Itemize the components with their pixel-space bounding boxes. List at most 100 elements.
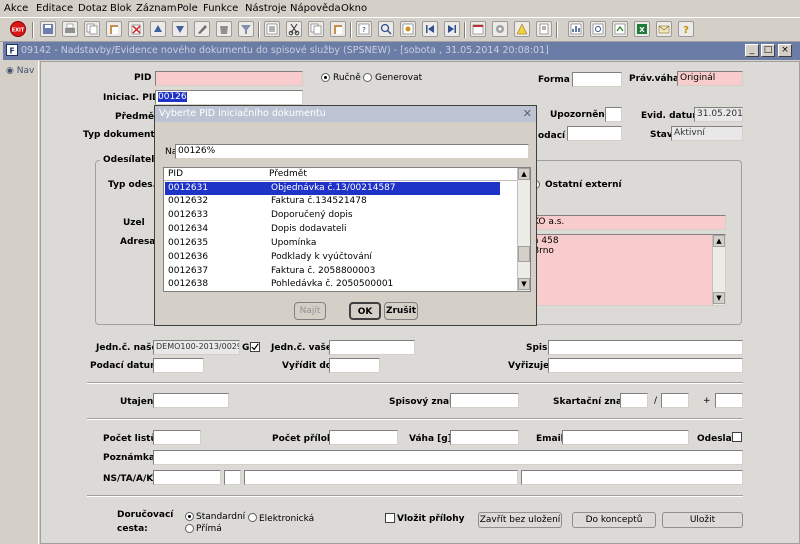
column-header-pid[interactable]: PID [168,169,183,179]
list-row[interactable]: 0012636 Podklady k vyúčtování [165,251,500,264]
standardni-radio[interactable] [185,512,194,521]
poznamka-field[interactable] [153,450,743,465]
vyrizuje-field[interactable] [548,358,743,373]
jedn-c-vase-field[interactable] [329,340,415,355]
excel-icon[interactable]: X [634,21,650,37]
menu-editace[interactable]: Editace [36,3,73,14]
scroll-down-icon[interactable]: ▼ [518,278,530,290]
close-icon[interactable]: × [778,44,792,57]
minimize-icon[interactable]: _ [745,44,759,57]
vyridit-do-field[interactable] [329,358,380,373]
preview-icon[interactable] [590,21,606,37]
menu-nastroje[interactable]: Nástroje [245,3,287,14]
help-icon[interactable]: ? [678,21,694,37]
spisovy-znak-field[interactable] [450,393,519,408]
first-record-icon[interactable] [422,21,438,37]
menu-funkce[interactable]: Funkce [203,3,238,14]
scroll-down-icon[interactable]: ▼ [713,292,725,304]
uzel-field[interactable]: KO a.s. [530,215,726,230]
mail-icon[interactable] [656,21,672,37]
info-icon[interactable] [514,21,530,37]
skartacni-znak-field[interactable] [620,393,648,408]
skartacni-lhuta-field[interactable] [661,393,689,408]
export-icon[interactable] [612,21,628,37]
menu-napoveda[interactable]: Nápověda [290,3,341,14]
exit-icon[interactable]: EXIT [10,21,26,37]
evid-datum-field[interactable]: 31.05.2014 [694,107,743,122]
find-input[interactable]: 00126% [175,144,529,159]
vaha-field[interactable] [450,430,519,445]
pocet-listu-field[interactable] [153,430,201,445]
elektronicka-radio[interactable] [248,513,257,522]
iniciac-pid-field[interactable]: 00126 [155,90,303,105]
pid-field[interactable] [155,71,303,86]
cut-icon[interactable] [286,21,302,37]
jedn-c-nase-field[interactable]: DEMO100-2013/00290 [153,340,240,355]
utajeni-field[interactable] [153,393,229,408]
calendar-icon[interactable] [470,21,486,37]
vlozit-prilohy-checkbox[interactable] [385,513,395,523]
list-row[interactable]: 0012631 Objednávka č.13/00214587 [165,182,500,195]
ulozit-button[interactable]: Uložit [662,512,743,528]
menu-blok[interactable]: Blok [110,3,132,14]
paste2-icon[interactable] [330,21,346,37]
a-field[interactable] [244,470,518,485]
menu-pole[interactable]: Pole [177,3,198,14]
settings-icon[interactable] [492,21,508,37]
list-row[interactable]: 0012637 Faktura č. 2058800003 [165,265,500,278]
zavrit-bez-ulozeni-button[interactable]: Zavřít bez uložení [478,512,562,528]
menu-okno[interactable]: Okno [341,3,367,14]
find-button[interactable]: Najít [294,302,326,320]
last-record-icon[interactable] [444,21,460,37]
scroll-up-icon[interactable]: ▲ [518,168,530,180]
adresa-scrollbar[interactable]: ▲ ▼ [712,235,725,305]
ta-field[interactable] [224,470,241,485]
pocet-priloh-field[interactable] [329,430,398,445]
scroll-thumb[interactable] [518,246,530,262]
list-scrollbar[interactable]: ▲ ▼ [517,168,530,291]
pid-manual-radio[interactable] [321,73,330,82]
adresa-field[interactable]: a 458 Brno [530,234,726,306]
do-konceptu-button[interactable]: Do konceptů [572,512,656,528]
column-header-predmet[interactable]: Předmět [269,169,307,179]
email-field[interactable] [562,430,689,445]
ok-button[interactable]: OK [349,302,381,320]
pid-generate-radio[interactable] [363,73,372,82]
maximize-icon[interactable]: □ [761,44,775,57]
podaci-c-field[interactable] [567,126,622,141]
menu-zaznam[interactable]: Záznam [136,3,176,14]
query-icon[interactable]: ? [356,21,372,37]
g-checkbox[interactable] [250,342,260,352]
forma-field[interactable] [572,72,622,87]
copy2-icon[interactable] [308,21,324,37]
paste-icon[interactable] [106,21,122,37]
odeslat-checkbox[interactable] [732,432,742,442]
upozorneni-field[interactable] [605,107,622,122]
save-icon[interactable] [40,21,56,37]
pid-list[interactable]: PID Předmět 0012631 Objednávka č.13/00214… [163,167,531,292]
filter-icon[interactable] [238,21,254,37]
clear-icon[interactable] [128,21,144,37]
list-icon[interactable] [264,21,280,37]
prav-vaha-field[interactable]: Originál [677,71,743,86]
ns-field[interactable] [153,470,221,485]
prima-radio[interactable] [185,524,194,533]
report-icon[interactable] [568,21,584,37]
print-icon[interactable] [62,21,78,37]
spis-field[interactable] [548,340,743,355]
list-row[interactable]: 0012634 Dopis dodavateli [165,223,500,236]
copy-icon[interactable] [84,21,100,37]
down-icon[interactable] [172,21,188,37]
stav-field[interactable]: Aktivní [671,126,743,141]
nav-item[interactable]: ◉ Nav [6,66,34,76]
delete-icon[interactable] [216,21,232,37]
kp-field[interactable] [521,470,743,485]
menu-dotaz[interactable]: Dotaz [78,3,107,14]
dialog-close-icon[interactable]: ✕ [523,107,532,120]
up-icon[interactable] [150,21,166,37]
list-row[interactable]: 0012638 Pohledávka č. 2050500001 [165,278,500,291]
search-icon[interactable] [378,21,394,37]
skartacni-plus-field[interactable] [715,393,743,408]
list-row[interactable]: 0012632 Faktura č.134521478 [165,195,500,208]
podaci-datum-field[interactable] [153,358,204,373]
